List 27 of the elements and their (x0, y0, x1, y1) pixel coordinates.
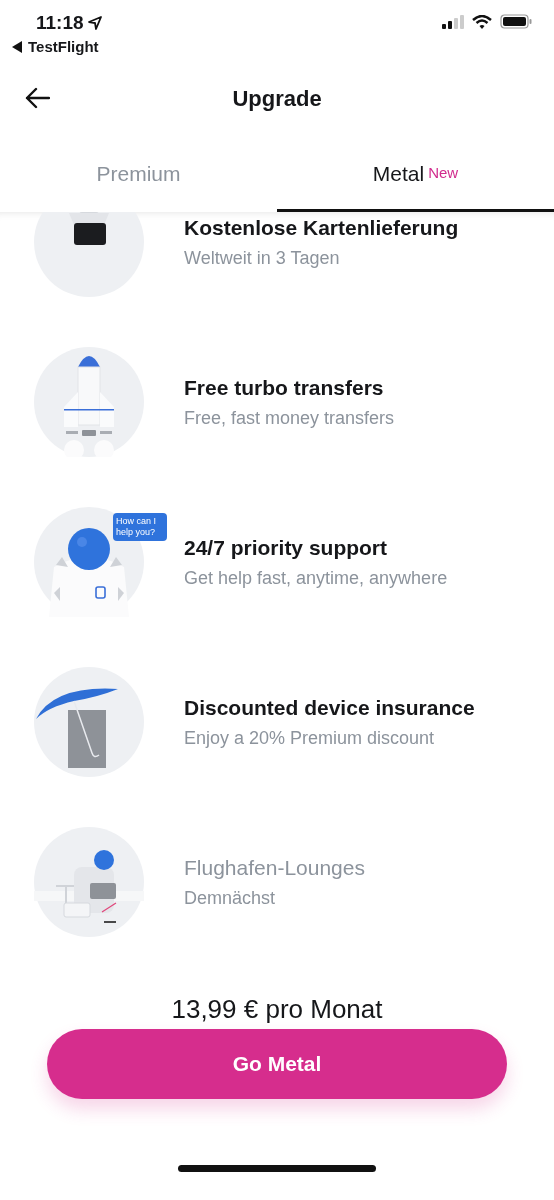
back-button[interactable] (24, 87, 50, 109)
go-metal-button[interactable]: Go Metal (47, 1029, 507, 1099)
tab[interactable]: Metal New (277, 128, 554, 212)
back-arrow-icon (24, 87, 50, 109)
speech-bubble: How can I help you? (113, 513, 167, 541)
battery-icon (500, 14, 532, 29)
clock-time: 11:18 (36, 12, 84, 34)
feature-subtitle: Weltweit in 3 Tagen (184, 247, 341, 269)
page-title: Upgrade (232, 86, 322, 112)
price-text: 13,99 € pro Monat (171, 994, 383, 1025)
feature-title: Free turbo transfers (184, 375, 385, 400)
feature-subtitle: Free, fast money transfers (184, 407, 395, 429)
feature-title: 24/7 priority support (184, 535, 389, 560)
feature-subtitle: Enjoy a 20% Premium discount (184, 727, 436, 749)
feature-subtitle: Demnächst (184, 887, 277, 909)
feature-subtitle: Get help fast, anytime, anywhere (184, 567, 448, 589)
feature-title: Flughafen-Lounges (184, 855, 365, 880)
back-app-link[interactable]: TestFlight (28, 38, 99, 55)
feature-title: Discounted device insurance (184, 695, 475, 720)
location-arrow-icon (87, 16, 102, 30)
feature-title: Kostenlose Kartenlieferung (184, 215, 459, 240)
signal-icon (442, 14, 464, 29)
wifi-icon (472, 14, 492, 29)
back-triangle-icon (12, 40, 22, 53)
tab-label: Premium (96, 161, 181, 186)
tab-label: Metal (372, 161, 425, 186)
new-label: New (428, 164, 459, 181)
